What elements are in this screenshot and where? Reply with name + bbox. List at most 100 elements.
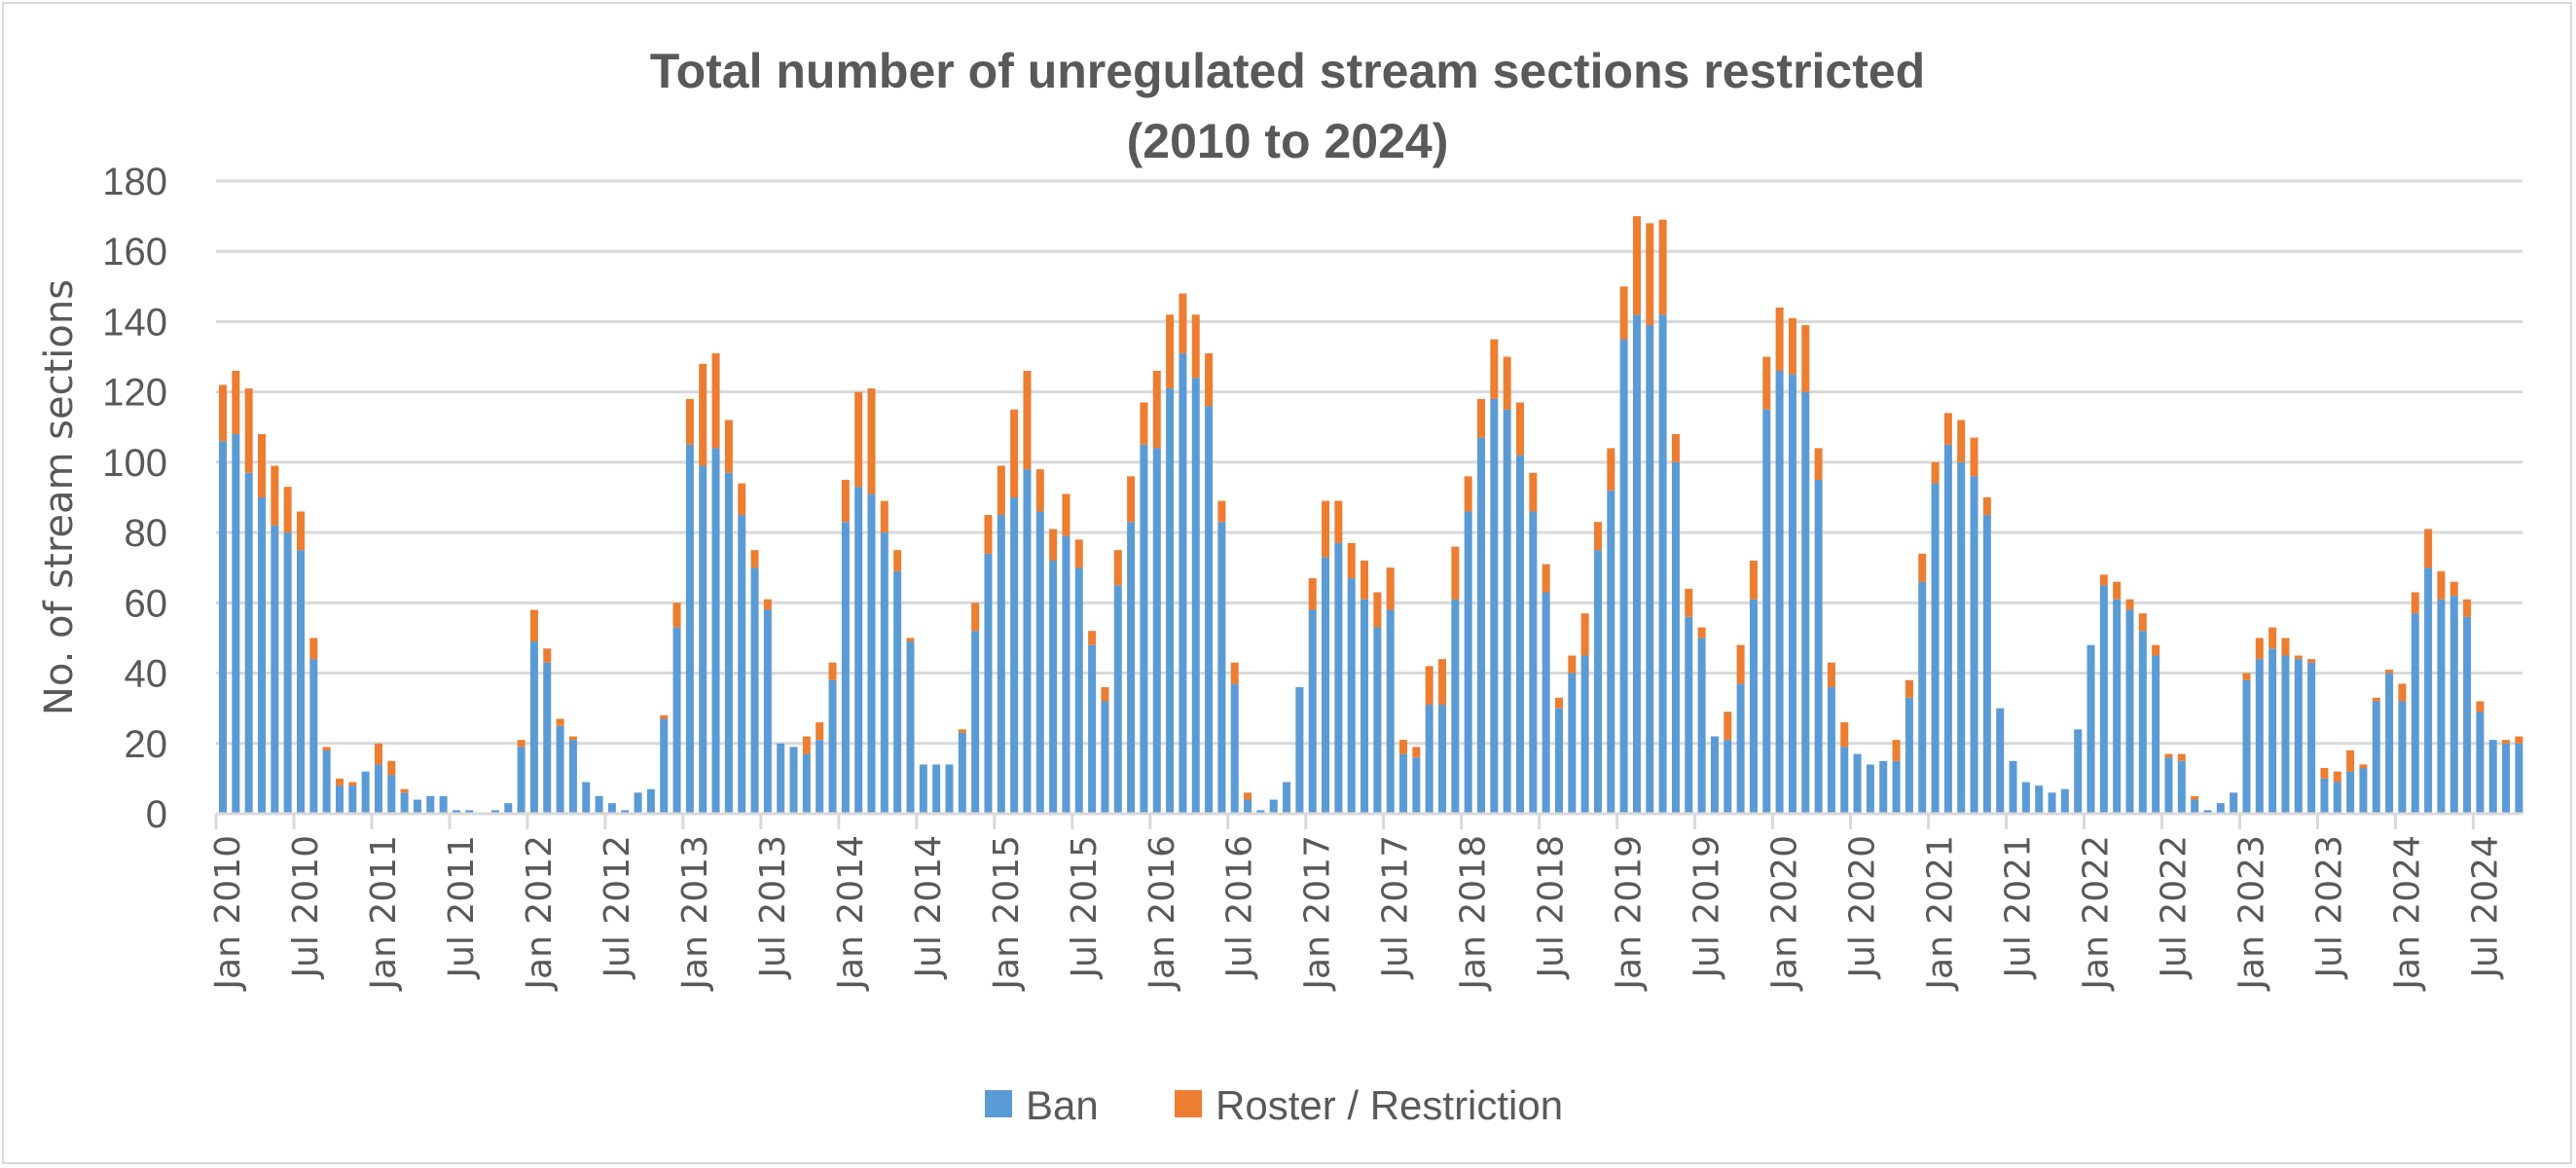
bar-ban bbox=[1399, 753, 1408, 814]
bar-roster-restriction bbox=[1244, 792, 1252, 800]
bar-ban bbox=[634, 792, 642, 814]
bar-ban bbox=[335, 785, 344, 814]
bar-ban bbox=[1179, 352, 1187, 814]
bars bbox=[219, 216, 2523, 814]
bar-roster-restriction bbox=[1580, 613, 1589, 656]
bar-ban bbox=[1749, 599, 1758, 814]
bar-ban bbox=[932, 764, 941, 814]
bar-roster-restriction bbox=[1074, 539, 1083, 568]
bar-ban bbox=[1490, 398, 1499, 814]
bar-ban bbox=[1866, 764, 1874, 814]
bar-ban bbox=[1658, 314, 1667, 814]
bar-roster-restriction bbox=[2463, 599, 2472, 617]
chart-subtitle: (2010 to 2024) bbox=[1127, 114, 1449, 168]
bar-roster-restriction bbox=[387, 760, 396, 776]
bar-roster-restriction bbox=[2476, 701, 2485, 712]
bar-roster-restriction bbox=[1166, 314, 1175, 389]
bar-roster-restriction bbox=[1943, 413, 1952, 445]
bar-roster-restriction bbox=[1140, 402, 1148, 445]
bar-ban bbox=[283, 532, 292, 814]
bar-ban bbox=[1593, 550, 1602, 814]
bar-ban bbox=[2255, 659, 2264, 814]
x-tick-label: Jan 2024 bbox=[2387, 835, 2427, 992]
bar-ban bbox=[2099, 585, 2108, 814]
bar-roster-restriction bbox=[2515, 736, 2523, 744]
bar-ban bbox=[867, 493, 876, 814]
bar-roster-restriction bbox=[906, 638, 915, 642]
bar-roster-restriction bbox=[2398, 683, 2407, 702]
bar-roster-restriction bbox=[2359, 764, 2368, 769]
bar-ban bbox=[1269, 799, 1278, 814]
bar-ban bbox=[906, 641, 915, 814]
bar-ban bbox=[1230, 683, 1239, 814]
bar-roster-restriction bbox=[1088, 631, 1097, 645]
bar-ban bbox=[2113, 599, 2122, 814]
bar-ban bbox=[2060, 788, 2069, 814]
bar-roster-restriction bbox=[1542, 564, 1550, 593]
bar-ban bbox=[2449, 596, 2458, 814]
bar-ban bbox=[257, 497, 266, 814]
legend-label-roster-restriction: Roster / Restriction bbox=[1215, 1082, 1563, 1128]
x-tick-label: Jul 2022 bbox=[2155, 835, 2195, 980]
bar-roster-restriction bbox=[1361, 561, 1369, 600]
bar-ban bbox=[1412, 757, 1421, 814]
bar-ban bbox=[595, 795, 603, 814]
bar-roster-restriction bbox=[1671, 434, 1680, 462]
bar-ban bbox=[1931, 483, 1940, 814]
bar-ban bbox=[2424, 567, 2433, 814]
bar-ban bbox=[1373, 627, 1382, 814]
bar-ban bbox=[1840, 747, 1849, 814]
bar-ban bbox=[1244, 799, 1252, 814]
bar-roster-restriction bbox=[738, 483, 746, 516]
bar-ban bbox=[439, 795, 448, 814]
bar-roster-restriction bbox=[1827, 662, 1835, 687]
x-tick-label: Jul 2013 bbox=[753, 835, 793, 980]
bar-ban bbox=[543, 662, 552, 814]
bar-ban bbox=[1996, 708, 2005, 814]
bar-ban bbox=[854, 487, 863, 814]
bar-roster-restriction bbox=[1179, 293, 1187, 353]
y-tick-label: 80 bbox=[125, 512, 168, 555]
bar-roster-restriction bbox=[1035, 469, 1044, 512]
bar-ban bbox=[2164, 757, 2173, 814]
bar-ban bbox=[828, 679, 837, 814]
y-axis-label: No. of stream sections bbox=[37, 279, 82, 715]
bar-ban bbox=[413, 799, 421, 814]
bar-ban bbox=[2372, 701, 2380, 814]
bar-roster-restriction bbox=[257, 434, 266, 497]
bar-roster-restriction bbox=[672, 602, 681, 628]
bar-ban bbox=[1723, 740, 1732, 814]
bar-roster-restriction bbox=[2333, 771, 2341, 783]
bar-ban bbox=[2333, 782, 2341, 814]
bar-roster-restriction bbox=[1516, 402, 1524, 456]
bar-ban bbox=[244, 472, 253, 814]
legend-label-ban: Ban bbox=[1026, 1082, 1099, 1128]
bar-ban bbox=[1010, 497, 1019, 814]
y-tick-label: 100 bbox=[102, 442, 167, 485]
x-tick-label: Jan 2014 bbox=[831, 835, 871, 992]
bar-ban bbox=[1140, 444, 1148, 814]
bar-ban bbox=[2476, 712, 2485, 814]
y-tick-label: 160 bbox=[102, 231, 167, 274]
bar-ban bbox=[2230, 792, 2238, 814]
bar-roster-restriction bbox=[2255, 638, 2264, 660]
bar-roster-restriction bbox=[1438, 659, 1447, 706]
bar-roster-restriction bbox=[1775, 308, 1784, 371]
bar-ban bbox=[2515, 743, 2523, 814]
bar-ban bbox=[529, 641, 538, 814]
bar-roster-restriction bbox=[763, 599, 772, 610]
bar-ban bbox=[1736, 683, 1745, 814]
bar-roster-restriction bbox=[1697, 627, 1706, 639]
bar-ban bbox=[556, 725, 564, 814]
bar-ban bbox=[387, 775, 396, 814]
bar-ban bbox=[2398, 701, 2407, 814]
chart-title: Total number of unregulated stream secti… bbox=[650, 44, 1925, 98]
bar-roster-restriction bbox=[2346, 750, 2355, 772]
bar-roster-restriction bbox=[724, 420, 733, 473]
bar-roster-restriction bbox=[1127, 476, 1136, 523]
bar-ban bbox=[1685, 616, 1693, 814]
bar-ban bbox=[1697, 638, 1706, 814]
bar-ban bbox=[1438, 705, 1447, 814]
bar-ban bbox=[1905, 697, 1913, 814]
y-tick-label: 120 bbox=[102, 372, 167, 415]
